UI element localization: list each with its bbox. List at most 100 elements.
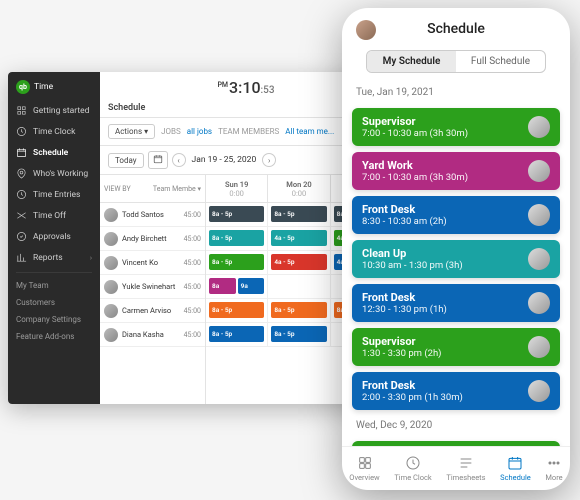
shift-block[interactable]: 9a [238,278,265,294]
shift-block[interactable]: 8a - 5p [209,326,264,342]
sidebar-sub-feature-add-ons[interactable]: Feature Add-ons [8,328,100,345]
seg-my-schedule[interactable]: My Schedule [367,51,456,72]
member-hours: 45:00 [184,331,201,339]
jobs-link[interactable]: all jobs [187,127,212,136]
member-name: Diana Kasha [122,330,180,339]
avatar [528,380,550,402]
sidebar-sub-customers[interactable]: Customers [8,294,100,311]
sidebar-item-reports[interactable]: Reports› [8,247,100,268]
schedule-card[interactable]: Yard Work7:00 - 10:30 am (3h 30m) [352,152,560,190]
shift-cell[interactable]: 8a - 5p [206,227,267,250]
card-title: Front Desk [362,203,522,216]
sidebar-item-schedule[interactable]: Schedule [8,142,100,163]
tab-more[interactable]: More [545,455,562,482]
actions-dropdown[interactable]: Actions ▾ [108,124,155,139]
member-row[interactable]: Todd Santos 45:00 [100,203,205,227]
schedule-card[interactable]: Front Desk8:30 - 10:30 am (2h) [352,196,560,234]
sidebar-sub-company-settings[interactable]: Company Settings [8,311,100,328]
nav-icon [16,189,27,200]
phone-card-list[interactable]: Supervisor7:00 - 10:30 am (3h 30m) Yard W… [342,102,570,446]
nav-icon [16,231,27,242]
seg-full-schedule[interactable]: Full Schedule [456,51,545,72]
day-header: Sun 190:00 [206,175,267,202]
next-week-button[interactable]: › [262,153,276,167]
team-link[interactable]: All team me... [285,127,334,136]
shift-block[interactable]: 8a - 5p [209,206,264,222]
member-row[interactable]: Yukle Swinehart45:00 [100,275,205,299]
card-subtitle: 1:30 - 3:30 pm (2h) [362,348,522,359]
shift-block[interactable]: 8a [209,278,236,294]
sidebar-sub-my-team[interactable]: My Team [8,277,100,294]
view-by-cell[interactable]: VIEW BY Team Membe ▾ [100,175,205,203]
tab-timesheets[interactable]: Timesheets [446,455,485,482]
tab-time-clock[interactable]: Time Clock [394,455,431,482]
shift-block[interactable]: 8a - 5p [209,230,264,246]
shift-cell[interactable]: 8a - 5p [206,299,267,322]
card-title: Clean Up [362,247,522,260]
clock-ampm: PM [217,81,228,89]
shift-cell[interactable]: 8a - 5p [267,203,329,226]
shift-cell[interactable]: 8a - 5p [267,323,329,346]
avatar [528,204,550,226]
sidebar: qb Time Getting startedTime ClockSchedul… [8,72,100,404]
shift-block[interactable]: 8a - 5p [209,254,264,270]
member-row[interactable]: Vincent Ko45:00 [100,251,205,275]
shift-cell[interactable]: 8a - 5p [206,323,267,346]
member-row[interactable]: Diana Kasha 45:00 [100,323,205,347]
sidebar-item-time-clock[interactable]: Time Clock [8,121,100,142]
shift-cell[interactable]: 8a9a [206,275,267,298]
member-row[interactable]: Andy Birchett45:00 [100,227,205,251]
shift-cell[interactable]: 8a - 5p [206,203,267,226]
member-name: Yukle Swinehart [122,282,180,291]
grid-left-col: VIEW BY Team Membe ▾ Todd Santos 45:00 And… [100,175,206,404]
avatar [104,208,118,222]
schedule-card[interactable]: Front Desk12:30 - 1:30 pm (1h) [352,284,560,322]
sidebar-item-getting-started[interactable]: Getting started [8,100,100,121]
avatar [104,256,118,270]
schedule-card[interactable]: Clean Up10:30 am - 1:30 pm (3h) [352,240,560,278]
sidebar-item-time-off[interactable]: Time Off [8,205,100,226]
phone-tabbar: Overview Time Clock Timesheets Schedule More [342,446,570,490]
card-title: Yard Work [362,159,522,172]
shift-cell[interactable]: 8a - 5p [267,299,329,322]
shift-block[interactable]: 8a - 5p [271,302,326,318]
brand-badge-icon: qb [16,80,30,94]
view-by-select: Team Membe ▾ [153,185,201,193]
tab-overview[interactable]: Overview [349,455,379,482]
shift-cell[interactable]: 4a - 5p [267,251,329,274]
sidebar-item-time-entries[interactable]: Time Entries [8,184,100,205]
nav-label: Who's Working [33,169,88,179]
member-name: Todd Santos [122,210,180,219]
schedule-segmented-control[interactable]: My Schedule Full Schedule [366,50,546,73]
shift-block[interactable]: 4a - 5p [271,230,326,246]
schedule-card[interactable]: Supervisor7:00 - 10:30 am (3h 30m) [352,108,560,146]
avatar[interactable] [356,20,376,40]
member-name: Andy Birchett [122,234,180,243]
calendar-button[interactable] [148,151,168,169]
today-button[interactable]: Today [108,153,144,168]
nav-icon [16,147,27,158]
member-row[interactable]: Carmen Arviso45:00 [100,299,205,323]
nav-label: Approvals [33,232,71,242]
shift-block[interactable]: 8a - 5p [271,206,326,222]
clock-hm: 3:10 [229,78,261,97]
nav-label: Getting started [33,106,89,116]
avatar [528,336,550,358]
tab-label: Schedule [500,473,531,482]
tab-schedule[interactable]: Schedule [500,455,531,482]
shift-cell[interactable] [267,275,329,298]
shift-cell[interactable]: 4a - 5p [267,227,329,250]
prev-week-button[interactable]: ‹ [172,153,186,167]
shift-cell[interactable]: 8a - 5p [206,251,267,274]
schedule-card[interactable]: Front Desk2:00 - 3:30 pm (1h 30m) [352,372,560,410]
shift-block[interactable]: 4a - 5p [271,254,326,270]
sidebar-item-who-s-working[interactable]: Who's Working [8,163,100,184]
sidebar-item-approvals[interactable]: Approvals [8,226,100,247]
shift-block[interactable]: 8a - 5p [271,326,326,342]
avatar [104,328,118,342]
schedule-card[interactable]: Supervisor1:30 - 3:30 pm (2h) [352,328,560,366]
shift-block[interactable]: 8a - 5p [209,302,264,318]
avatar [528,116,550,138]
avatar [104,304,118,318]
member-hours: 45:00 [184,211,201,219]
